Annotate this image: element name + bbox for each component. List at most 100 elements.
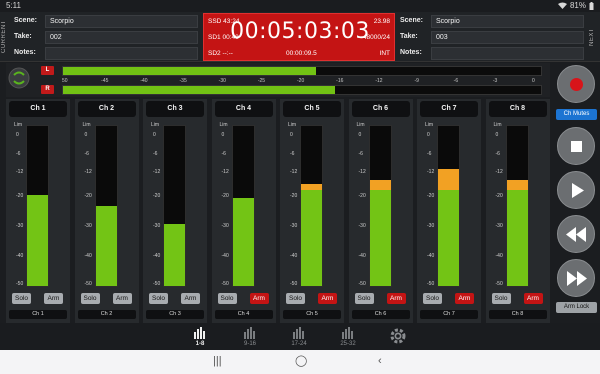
main-scale-tick: 0	[532, 78, 535, 84]
channel-level-meter	[437, 125, 460, 287]
next-notes-field[interactable]	[431, 47, 584, 60]
channel-level-meter	[163, 125, 186, 287]
fast-forward-button[interactable]	[557, 259, 595, 297]
current-take-row[interactable]: Take: 002	[11, 30, 201, 45]
channel-name[interactable]: Ch 3	[146, 101, 204, 117]
solo-button[interactable]: Solo	[12, 293, 31, 304]
notes-label: Notes:	[400, 49, 422, 56]
solo-button[interactable]: Solo	[354, 293, 374, 304]
channel-name[interactable]: Ch 5	[283, 101, 341, 117]
bank-tab[interactable]: 9-16	[230, 325, 270, 349]
transport-panel: Ch Mutes Arm Lock	[553, 63, 600, 323]
channel-level-meter	[94, 125, 118, 287]
channel-name[interactable]: Ch 7	[420, 101, 478, 117]
arm-button[interactable]: Arm	[523, 293, 543, 304]
frame-rate: 23.98	[373, 18, 390, 25]
arm-button[interactable]: Arm	[249, 293, 269, 304]
bank-meters-icon	[244, 327, 255, 339]
solo-button[interactable]: Solo	[286, 293, 305, 304]
current-scene-field[interactable]: Scorpio	[45, 15, 198, 28]
arm-button[interactable]: Arm	[181, 293, 200, 304]
channel-name[interactable]: Ch 4	[214, 101, 273, 117]
left-meter-fill	[63, 67, 317, 75]
channel-level-meter	[505, 125, 529, 287]
rewind-icon	[566, 227, 586, 242]
main-meter-scale: 50 -45 -40 -35 -30 -25 -20 -16 -12 -9 -6 -3 0	[62, 78, 542, 86]
solo-button[interactable]: Solo	[80, 293, 100, 304]
main-scale-tick: -6	[453, 78, 459, 84]
next-side-label: NEXT	[589, 28, 595, 47]
recent-apps-icon[interactable]: |||	[213, 355, 222, 367]
scene-label: Scene:	[400, 17, 423, 24]
take-label: Take:	[400, 33, 418, 40]
arm-button[interactable]: Arm	[112, 293, 132, 304]
channel-name[interactable]: Ch 6	[351, 101, 410, 117]
bank-tab[interactable]: 17-24	[279, 325, 319, 349]
next-notes-row[interactable]: Notes:	[397, 46, 587, 61]
system-status-bar: 5:11 81%	[0, 0, 600, 12]
sync-logo-icon[interactable]	[8, 67, 30, 89]
bank-tab[interactable]: 1-8	[180, 325, 220, 349]
arm-button[interactable]: Arm	[386, 293, 406, 304]
next-scene-field[interactable]: Scorpio	[431, 15, 584, 28]
channel-strip: Ch 2 Lim 0 -6 -12 -20 -30 -40 -50 Solo Arm Ch 2	[74, 99, 139, 323]
channel-name[interactable]: Ch 1	[9, 101, 67, 117]
meter-level-fill	[369, 190, 391, 286]
channel-footer-label: Ch 1	[9, 310, 67, 319]
current-side-label: CURRENT	[1, 20, 7, 54]
current-take-panel: Scene: Scorpio Take: 002 Notes:	[11, 13, 201, 61]
meter-peak-fill	[438, 169, 459, 190]
solo-button[interactable]: Solo	[423, 293, 442, 304]
record-button[interactable]	[557, 65, 595, 103]
channel-level-meter	[368, 125, 392, 287]
channel-strip: Ch 4 Lim 0 -6 -12 -20 -30 -40 -50 Solo Arm Ch 4	[211, 99, 276, 323]
channel-footer-label: Ch 8	[488, 310, 547, 319]
sd2-remaining: SD2 --:--	[208, 50, 233, 57]
bank-meters-icon	[342, 327, 353, 339]
next-scene-row[interactable]: Scene: Scorpio	[397, 14, 587, 29]
play-button[interactable]	[557, 171, 595, 209]
channel-strip: Ch 6 Lim 0 -6 -12 -20 -30 -40 -50 Solo Arm Ch 6	[348, 99, 413, 323]
channel-strip: Ch 5 Lim 0 -6 -12 -20 -30 -40 -50 Solo Arm Ch 5	[280, 99, 344, 323]
channel-strip: Ch 3 Lim 0 -6 -12 -20 -30 -40 -50 Solo Arm Ch 3	[143, 99, 207, 323]
bank-tab[interactable]: 25-32	[328, 325, 368, 349]
right-main-meter	[62, 85, 542, 95]
current-take-field[interactable]: 002	[45, 31, 198, 44]
solo-button[interactable]: Solo	[491, 293, 511, 304]
rewind-button[interactable]	[557, 215, 595, 253]
meter-peak-fill	[369, 180, 391, 190]
current-notes-row[interactable]: Notes:	[11, 46, 201, 61]
arm-lock-button[interactable]: Arm Lock	[556, 302, 597, 313]
take-label: Take:	[14, 33, 32, 40]
solo-button[interactable]: Solo	[149, 293, 168, 304]
solo-button[interactable]: Solo	[217, 293, 237, 304]
channel-footer-label: Ch 5	[283, 310, 341, 319]
channel-name[interactable]: Ch 8	[488, 101, 547, 117]
next-take-row[interactable]: Take: 003	[397, 30, 587, 45]
main-scale-tick: -20	[297, 78, 305, 84]
channel-footer-label: Ch 4	[214, 310, 273, 319]
next-take-field[interactable]: 003	[431, 31, 584, 44]
channel-strip: Ch 8 Lim 0 -6 -12 -20 -30 -40 -50 Solo Arm Ch 8	[485, 99, 550, 323]
current-scene-row[interactable]: Scene: Scorpio	[11, 14, 201, 29]
meter-level-fill	[164, 223, 185, 286]
meter-level-fill	[95, 206, 117, 286]
channel-name[interactable]: Ch 2	[77, 101, 136, 117]
settings-gear-icon[interactable]	[389, 327, 407, 345]
back-icon[interactable]: ‹	[378, 355, 382, 367]
right-meter-fill	[63, 86, 336, 94]
meter-peak-fill	[506, 180, 528, 190]
arm-button[interactable]: Arm	[44, 293, 63, 304]
timecode-panel[interactable]: SSD 43:24 SD1 00:48 SD2 --:-- 00:05:03:0…	[203, 13, 395, 61]
home-icon[interactable]: ◯	[295, 354, 307, 367]
meter-level-fill	[506, 190, 528, 286]
ch-mutes-button[interactable]: Ch Mutes	[556, 109, 597, 120]
meter-peak-fill	[301, 183, 322, 190]
bank-tabs: 1-8 9-16 17-24 25-32	[0, 323, 600, 350]
arm-button[interactable]: Arm	[318, 293, 337, 304]
current-notes-field[interactable]	[45, 47, 198, 60]
android-nav-bar: ||| ◯ ‹	[0, 350, 600, 374]
stop-button[interactable]	[557, 127, 595, 165]
arm-button[interactable]: Arm	[455, 293, 474, 304]
main-scale-tick: -30	[218, 78, 226, 84]
